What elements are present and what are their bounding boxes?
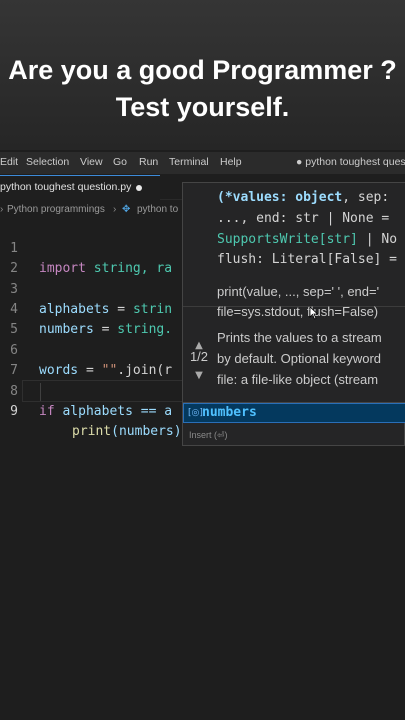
signature-line: SupportsWrite[str] | No bbox=[217, 232, 397, 247]
editor-tab[interactable]: python toughest question.py bbox=[0, 175, 160, 200]
active-parameter: (*values: object bbox=[217, 190, 343, 205]
suggestion-item[interactable]: [◎] numbers bbox=[183, 403, 405, 423]
signature-line: (*values: object, sep: bbox=[217, 190, 389, 205]
breadcrumb-chevron-icon: › bbox=[0, 204, 4, 215]
unsaved-dot-icon[interactable] bbox=[136, 185, 142, 191]
menu-help[interactable]: Help bbox=[220, 156, 242, 168]
type-name: SupportsWrite[str] bbox=[217, 232, 358, 247]
signature-line: ..., end: str | None = bbox=[217, 211, 390, 226]
menu-edit[interactable]: Edit bbox=[0, 156, 18, 168]
breadcrumb: › Python programmings › ✥ python to bbox=[0, 203, 182, 219]
line-number: 9 bbox=[10, 404, 18, 419]
variable-icon: [◎] bbox=[188, 408, 203, 418]
breadcrumb-file[interactable]: python to bbox=[137, 204, 178, 215]
doc-line: by default. Optional keyword bbox=[217, 351, 382, 366]
menu-selection[interactable]: Selection bbox=[26, 156, 69, 168]
insert-hint: Insert (⏎) bbox=[189, 430, 228, 440]
overload-counter: 1/2 bbox=[189, 349, 209, 364]
signature-text: | No bbox=[357, 232, 398, 247]
window-title: ● python toughest questio bbox=[296, 156, 405, 168]
doc-line: file=sys.stdout, flush=False) bbox=[217, 304, 379, 319]
breadcrumb-folder[interactable]: Python programmings bbox=[7, 204, 105, 215]
mouse-pointer-icon bbox=[309, 306, 319, 320]
caption-line-2: Test yourself. bbox=[115, 92, 290, 122]
tab-label: python toughest question.py bbox=[0, 181, 132, 193]
menu-bar: Edit Selection View Go Run Terminal Help… bbox=[0, 152, 405, 174]
python-file-icon: ✥ bbox=[122, 204, 131, 215]
signature-line: flush: Literal[False] = bbox=[217, 252, 398, 267]
signature-text: , sep: bbox=[342, 190, 390, 205]
menu-view[interactable]: View bbox=[80, 156, 103, 168]
menu-run[interactable]: Run bbox=[139, 156, 158, 168]
breadcrumb-chevron-icon: › bbox=[113, 204, 117, 215]
suggestion-widget: [◎] numbers Insert (⏎) bbox=[182, 402, 405, 446]
editor-tab-bar: python toughest question.py bbox=[0, 175, 182, 200]
chevron-down-icon[interactable]: ▼ bbox=[192, 371, 206, 381]
suggestion-label: numbers bbox=[202, 405, 257, 420]
code-text: (numbers) bbox=[111, 424, 182, 439]
caption-banner: Are you a good Programmer ? Test yoursel… bbox=[0, 0, 405, 150]
menu-terminal[interactable]: Terminal bbox=[169, 156, 209, 168]
doc-line: Prints the values to a stream bbox=[217, 330, 382, 345]
doc-line: file: a file-like object (stream bbox=[217, 372, 379, 387]
signature-help-popup: (*values: object, sep: ..., end: str | N… bbox=[182, 182, 405, 423]
function-name: print bbox=[72, 424, 112, 439]
menu-go[interactable]: Go bbox=[113, 156, 127, 168]
doc-line: print(value, ..., sep=' ', end=' bbox=[217, 284, 380, 299]
keyword: if bbox=[39, 404, 55, 419]
caption-line-1: Are you a good Programmer ? bbox=[8, 55, 397, 85]
code-text: alphabets == a bbox=[54, 404, 173, 419]
